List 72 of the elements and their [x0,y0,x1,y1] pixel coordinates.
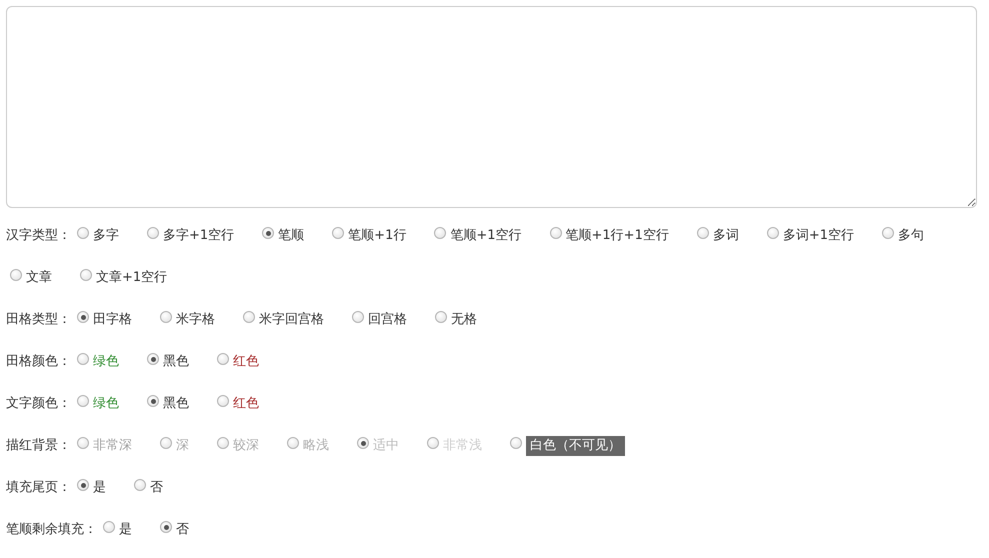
radio-button[interactable] [160,311,172,323]
field-label: 填充尾页： [6,479,71,497]
option-label: 绿色 [93,395,119,413]
option-label: 是 [119,521,132,539]
option-label: 多字+1空行 [163,227,234,245]
option-label: 米字回宫格 [259,311,324,329]
option-label: 多词 [712,227,739,245]
option-label: 田字格 [93,311,132,329]
field-label: 汉字类型： [6,227,71,245]
option-label: 无格 [451,311,477,329]
option-label: 米字格 [176,311,215,329]
radio-button[interactable] [77,227,89,239]
radio-button[interactable] [434,227,446,239]
radio-button[interactable] [427,437,439,449]
radio-button[interactable] [352,311,364,323]
option-label: 多词+1空行 [782,227,854,245]
option-label: 深 [176,437,189,455]
radio-button[interactable] [103,521,115,533]
radio-button[interactable] [77,437,89,449]
radio-button[interactable] [262,227,274,239]
option-label: 文章 [26,269,52,287]
field-label: 描红背景： [6,437,71,455]
field-label: 田格颜色： [6,353,71,371]
radio-button[interactable] [77,479,89,491]
radio-button[interactable] [217,353,229,365]
radio-button[interactable] [550,227,562,239]
field-label: 笔顺剩余填充： [6,521,97,539]
radio-button[interactable] [357,437,369,449]
radio-button[interactable] [77,311,89,323]
radio-button[interactable] [160,437,172,449]
radio-button[interactable] [147,227,159,239]
radio-button[interactable] [147,395,159,407]
option-label: 红色 [233,353,259,371]
field-label: 田格类型： [6,311,71,329]
option-label: 多字 [93,227,119,245]
radio-button[interactable] [147,353,159,365]
option-label: 否 [150,479,163,497]
option-label: 黑色 [163,353,189,371]
radio-button[interactable] [217,437,229,449]
option-label: 略浅 [303,437,329,455]
radio-button[interactable] [77,353,89,365]
option-label: 否 [176,521,189,539]
option-label: 适中 [373,437,399,455]
radio-button[interactable] [134,479,146,491]
radio-button[interactable] [510,437,522,449]
radio-button[interactable] [80,269,92,281]
radio-button[interactable] [882,227,894,239]
radio-button[interactable] [435,311,447,323]
radio-button[interactable] [766,227,779,239]
option-label: 较深 [233,437,259,455]
option-label: 笔顺+1空行 [450,227,522,245]
option-label: 笔顺+1行 [348,227,406,245]
field-label: 文字颜色： [6,395,71,413]
option-label: 非常深 [93,437,132,455]
radio-button[interactable] [77,395,89,407]
option-label: 黑色 [163,395,189,413]
radio-button[interactable] [332,227,344,239]
radio-button[interactable] [10,269,22,281]
radio-button[interactable] [160,521,172,533]
option-label: 绿色 [93,353,119,371]
option-label: 白色（不可见） [526,436,625,456]
option-label: 是 [93,479,106,497]
option-label: 笔顺+1行+1空行 [566,227,669,245]
radio-button[interactable] [696,227,709,239]
radio-button[interactable] [217,395,229,407]
option-label: 笔顺 [278,227,304,245]
option-label: 回宫格 [368,311,407,329]
option-label: 红色 [233,395,259,413]
option-label: 多句 [898,227,924,245]
radio-button[interactable] [287,437,299,449]
radio-button[interactable] [243,311,255,323]
option-label: 文章+1空行 [96,269,168,287]
